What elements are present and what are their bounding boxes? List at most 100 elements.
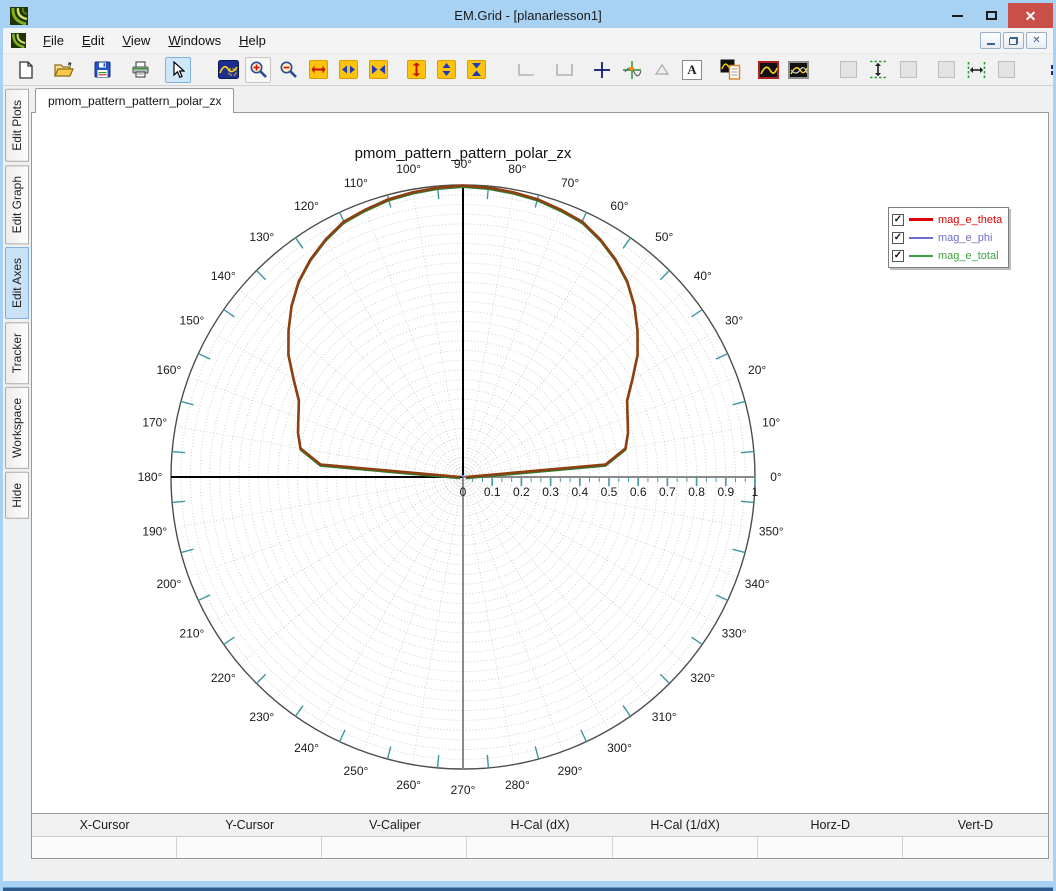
menu-item-view[interactable]: View xyxy=(113,29,159,52)
bottom-strip xyxy=(31,859,1049,881)
status-cell xyxy=(322,837,467,858)
sidebar-tab-hide[interactable]: Hide xyxy=(5,472,29,519)
svg-text:350°: 350° xyxy=(759,524,784,538)
svg-text:140°: 140° xyxy=(211,269,236,283)
pane-right-icon xyxy=(998,61,1015,78)
svg-text:340°: 340° xyxy=(745,577,770,591)
compress-x-icon xyxy=(371,64,386,75)
maximize-icon xyxy=(986,11,997,20)
compress-x-button[interactable] xyxy=(365,57,391,83)
status-cell xyxy=(758,837,903,858)
status-cell xyxy=(467,837,612,858)
tracker-button[interactable] xyxy=(619,57,645,83)
minimize-button[interactable] xyxy=(940,3,974,28)
zoom-out-button[interactable] xyxy=(275,57,301,83)
svg-text:50°: 50° xyxy=(655,230,673,244)
svg-text:280°: 280° xyxy=(505,778,530,792)
legend-line-sample xyxy=(909,218,933,221)
mdi-close-button[interactable]: ✕ xyxy=(1026,32,1047,49)
expand-y-button[interactable] xyxy=(403,57,429,83)
legend-item-mag-e-total[interactable]: ✓ mag_e_total xyxy=(892,247,1002,264)
shift-y-icon xyxy=(441,62,452,77)
checkbox-checked-icon[interactable]: ✓ xyxy=(892,214,904,226)
zoom-out-icon xyxy=(279,60,298,79)
axes-corner-icon xyxy=(517,62,535,78)
checkbox-checked-icon[interactable]: ✓ xyxy=(892,250,904,262)
pane-bottom-button[interactable] xyxy=(895,57,921,83)
svg-text:320°: 320° xyxy=(690,671,715,685)
shift-y-button[interactable] xyxy=(433,57,459,83)
new-file-button[interactable] xyxy=(13,57,39,83)
fit-horizontal-button[interactable] xyxy=(963,57,989,83)
expand-x-button[interactable] xyxy=(305,57,331,83)
mdi-minimize-button[interactable] xyxy=(980,32,1001,49)
close-button[interactable]: ✕ xyxy=(1008,3,1053,28)
pane-right-button[interactable] xyxy=(993,57,1019,83)
mdi-restore-button[interactable] xyxy=(1003,32,1024,49)
shift-x-button[interactable] xyxy=(335,57,361,83)
pointer-tool-button[interactable] xyxy=(165,57,191,83)
svg-text:180°: 180° xyxy=(138,470,163,484)
print-button[interactable] xyxy=(127,57,153,83)
svg-text:100°: 100° xyxy=(396,162,421,176)
checkbox-checked-icon[interactable]: ✓ xyxy=(892,232,904,244)
sidebar-tab-tracker[interactable]: Tracker xyxy=(5,322,29,384)
menu-item-edit[interactable]: Edit xyxy=(73,29,113,52)
close-icon: ✕ xyxy=(1025,9,1037,23)
svg-text:0.2: 0.2 xyxy=(513,485,530,499)
compress-y-button[interactable] xyxy=(463,57,489,83)
pane-left-button[interactable] xyxy=(933,57,959,83)
menu-item-file[interactable]: File xyxy=(34,29,73,52)
axes-corner-button[interactable] xyxy=(513,57,539,83)
open-file-button[interactable] xyxy=(51,57,77,83)
svg-text:0.9: 0.9 xyxy=(717,485,734,499)
new-file-icon xyxy=(18,61,34,79)
svg-text:330°: 330° xyxy=(722,627,747,641)
save-button[interactable] xyxy=(89,57,115,83)
status-cell xyxy=(177,837,322,858)
svg-text:260°: 260° xyxy=(396,778,421,792)
status-col-hcal-1dx: H-Cal (1/dX) xyxy=(613,818,758,832)
status-cell xyxy=(32,837,177,858)
plot-style-multi-icon xyxy=(788,61,809,79)
layout-icon xyxy=(1051,65,1056,75)
svg-text:160°: 160° xyxy=(156,363,181,377)
text-annotation-button[interactable]: A xyxy=(679,57,705,83)
status-col-y-cursor: Y-Cursor xyxy=(177,818,322,832)
document-tab[interactable]: pmom_pattern_pattern_polar_zx xyxy=(35,88,234,113)
maximize-button[interactable] xyxy=(974,3,1008,28)
app-window: EM.Grid - [planarlesson1] ✕ File Edit Vi… xyxy=(0,0,1056,891)
plot-style-multi-button[interactable] xyxy=(785,57,811,83)
compress-y-icon xyxy=(471,62,482,77)
plot-notes-button[interactable] xyxy=(717,57,743,83)
layout-menu-button[interactable]: Layout ▼ xyxy=(1043,60,1056,80)
legend-label: mag_e_total xyxy=(938,250,999,262)
crosshair-icon xyxy=(593,61,611,79)
sidebar-tab-edit-axes[interactable]: Edit Axes xyxy=(5,247,29,319)
pane-top-icon xyxy=(840,61,857,78)
menu-item-windows[interactable]: Windows xyxy=(159,29,230,52)
pane-top-button[interactable] xyxy=(835,57,861,83)
document-logo-icon xyxy=(11,33,26,48)
expand-x-icon xyxy=(311,64,326,75)
axes-box-button[interactable] xyxy=(551,57,577,83)
zoom-window-button[interactable] xyxy=(215,57,241,83)
svg-text:250°: 250° xyxy=(344,764,369,778)
menu-item-help[interactable]: Help xyxy=(230,29,275,52)
caliper-button[interactable] xyxy=(649,57,675,83)
zoom-in-button[interactable] xyxy=(245,57,271,83)
legend-item-mag-e-theta[interactable]: ✓ mag_e_theta xyxy=(892,211,1002,228)
mdi-close-icon: ✕ xyxy=(1032,35,1040,46)
sidebar-tab-edit-graph[interactable]: Edit Graph xyxy=(5,165,29,244)
sidebar-tab-workspace[interactable]: Workspace xyxy=(5,387,29,469)
svg-text:0°: 0° xyxy=(770,470,782,484)
plot-style-single-button[interactable] xyxy=(755,57,781,83)
svg-text:80°: 80° xyxy=(508,162,526,176)
crosshair-button[interactable] xyxy=(589,57,615,83)
sidebar-tab-edit-plots[interactable]: Edit Plots xyxy=(5,89,29,162)
legend-item-mag-e-phi[interactable]: ✓ mag_e_phi xyxy=(892,229,1002,246)
fit-vertical-button[interactable] xyxy=(865,57,891,83)
svg-text:150°: 150° xyxy=(180,314,205,328)
minimize-icon xyxy=(952,15,963,17)
status-cell xyxy=(903,837,1048,858)
